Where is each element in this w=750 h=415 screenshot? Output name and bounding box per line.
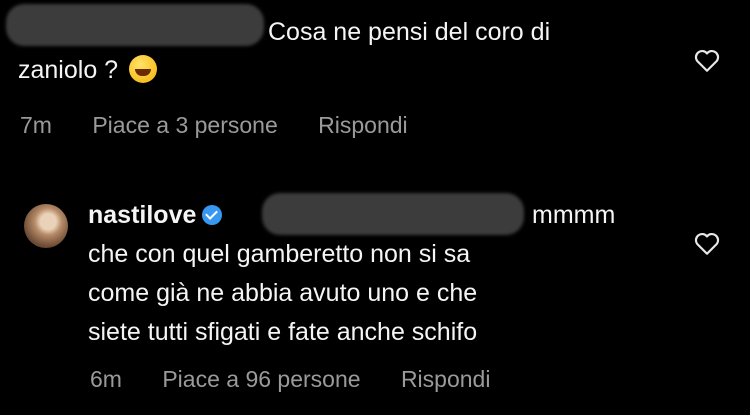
redacted-mention <box>262 193 524 235</box>
avatar[interactable] <box>24 204 68 248</box>
rolling-laughing-emoji <box>129 55 158 83</box>
comment-line: Cosa ne pensi del coro di <box>268 18 551 46</box>
comment-line: che con quel gamberetto non si sa <box>88 240 471 268</box>
comment-time: 7m <box>20 112 52 138</box>
likes-link[interactable]: Piace a 96 persone <box>162 366 360 392</box>
comment-time: 6m <box>90 366 122 392</box>
comment-text: siete tutti sfigati e fate anche schifo <box>88 314 477 351</box>
comment-text: mmmm <box>532 197 615 234</box>
reply-link[interactable]: Rispondi <box>318 112 408 138</box>
heart-icon[interactable] <box>694 49 720 73</box>
comment-meta: 7m Piace a 3 persone Rispondi <box>20 112 442 139</box>
comment-line: zaniolo ? <box>18 56 119 84</box>
likes-link[interactable]: Piace a 3 persone <box>92 112 277 138</box>
comment-text: come già ne abbia avuto uno e che <box>88 275 477 312</box>
username[interactable]: nastilove <box>88 201 196 229</box>
comment-meta: 6m Piace a 96 persone Rispondi <box>90 366 524 393</box>
comment-text: zaniolo ? <box>18 52 158 89</box>
comment-line: mmmm <box>532 201 616 229</box>
comment-line: siete tutti sfigati e fate anche schifo <box>88 318 478 346</box>
comment-text: nastilove <box>88 197 228 234</box>
verified-badge-icon <box>202 205 223 225</box>
comment-line: come già ne abbia avuto uno e che <box>88 279 478 307</box>
redacted-username <box>6 4 264 46</box>
reply-link[interactable]: Rispondi <box>401 366 491 392</box>
heart-icon[interactable] <box>694 232 720 256</box>
comment-text: che con quel gamberetto non si sa <box>88 236 470 273</box>
comment-text: Cosa ne pensi del coro di <box>268 14 550 51</box>
